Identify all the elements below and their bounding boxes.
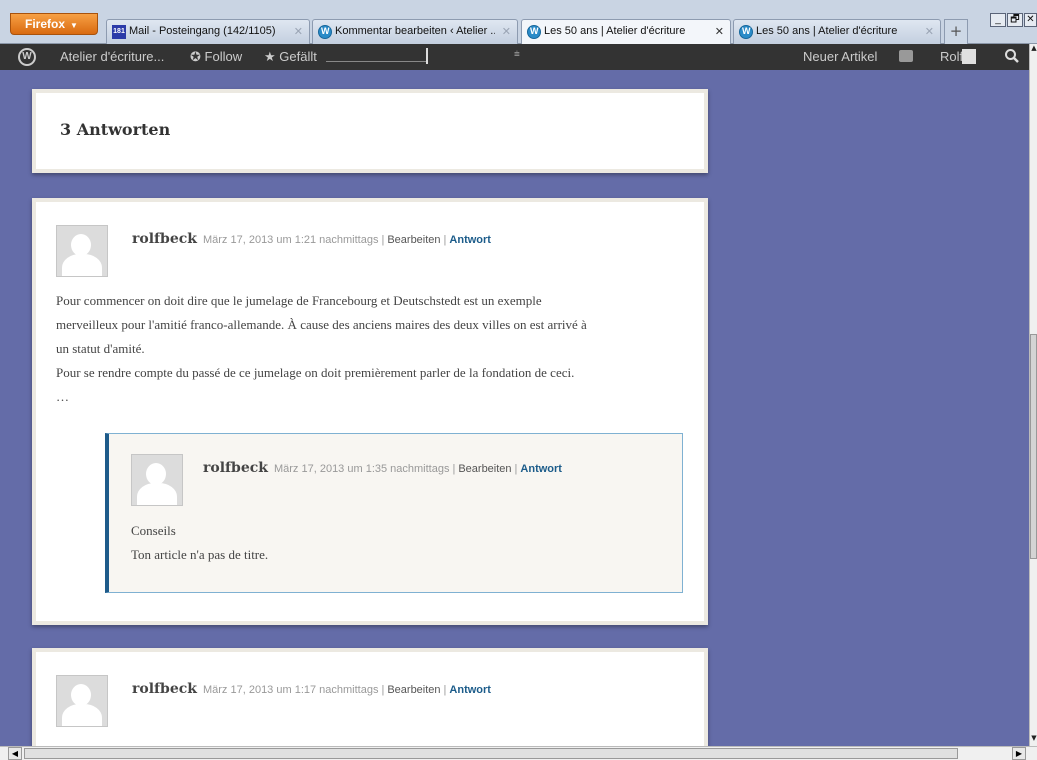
comment-date[interactable]: März 17, 2013 um 1:35 nachmittags <box>274 463 449 475</box>
mail-icon: 181 <box>112 25 126 39</box>
tab-title: Les 50 ans | Atelier d'écriture <box>756 25 898 37</box>
comment-body: Conseils Ton article n'a pas de titre. <box>131 519 671 567</box>
reply-link[interactable]: Antwort <box>449 684 491 696</box>
comment-date[interactable]: März 17, 2013 um 1:21 nachmittags <box>203 234 378 246</box>
avatar[interactable] <box>56 675 108 727</box>
wordpress-icon <box>318 25 332 39</box>
tab-kommentar[interactable]: Kommentar bearbeiten ‹ Atelier ... ✕ <box>312 19 518 44</box>
avatar[interactable] <box>131 454 183 506</box>
scroll-up-icon[interactable]: ▲ <box>1030 44 1037 58</box>
comments-title-card: 3 Antworten <box>32 89 708 173</box>
scroll-down-icon[interactable]: ▼ <box>1030 734 1037 746</box>
grip-icon[interactable]: ⩧ <box>514 49 520 60</box>
scrollbar-thumb[interactable] <box>1030 334 1037 559</box>
like-button[interactable]: ★ Gefällt <box>264 49 317 65</box>
new-post-link[interactable]: Neuer Artikel <box>803 49 877 64</box>
vertical-scrollbar[interactable]: ▲ ▼ <box>1029 44 1037 746</box>
comment-author[interactable]: rolfbeck <box>203 460 268 476</box>
comment-line: Conseils <box>131 523 176 538</box>
close-icon[interactable]: ✕ <box>502 25 511 38</box>
firefox-menu-button[interactable]: Firefox ▼ <box>10 13 98 35</box>
follow-button[interactable]: ✪ Follow <box>190 49 242 65</box>
reply-link[interactable]: Antwort <box>449 234 491 246</box>
chevron-down-icon: ▼ <box>70 21 78 30</box>
browser-tab-strip: Firefox ▼ 181 Mail - Posteingang (142/110… <box>0 0 1037 44</box>
comment-date[interactable]: März 17, 2013 um 1:17 nachmittags <box>203 684 378 696</box>
comment-line: merveilleux pour l'amitié franco-alleman… <box>56 317 587 332</box>
comment-author[interactable]: rolfbeck <box>132 681 197 697</box>
edit-link[interactable]: Bearbeiten <box>458 463 511 475</box>
edit-link[interactable]: Bearbeiten <box>387 684 440 696</box>
minimize-button[interactable]: _ <box>990 13 1006 27</box>
admin-bar-input[interactable] <box>326 48 426 62</box>
avatar[interactable] <box>56 225 108 277</box>
restore-button[interactable]: 🗗 <box>1007 13 1023 27</box>
horizontal-scrollbar[interactable]: ◀ ▶ <box>0 746 1037 760</box>
site-name-link[interactable]: Atelier d'écriture... <box>60 49 164 64</box>
comment-line: … <box>56 389 69 404</box>
comment-line: Ton article n'a pas de titre. <box>131 547 269 562</box>
close-icon[interactable]: ✕ <box>925 25 934 38</box>
separator: | <box>443 234 447 246</box>
avatar-body <box>62 254 102 276</box>
follow-label: Follow <box>204 49 243 64</box>
close-window-button[interactable]: ✕ <box>1024 13 1037 27</box>
avatar-body <box>137 483 177 505</box>
comment-body: Pour commencer on doit dire que le jumel… <box>56 289 696 409</box>
follow-icon: ✪ <box>190 49 201 64</box>
separator: | <box>443 684 447 696</box>
tab-title: Les 50 ans | Atelier d'écriture <box>544 25 686 37</box>
tab-les-50-ans[interactable]: Les 50 ans | Atelier d'écriture ✕ <box>733 19 941 44</box>
nested-reply-comment: rolfbeck März 17, 2013 um 1:35 nachmittag… <box>105 433 683 593</box>
comment-meta: rolfbeck März 17, 2013 um 1:21 nachmittag… <box>132 231 491 247</box>
wordpress-icon <box>739 25 753 39</box>
edit-link[interactable]: Bearbeiten <box>387 234 440 246</box>
tab-les-50-ans-active[interactable]: Les 50 ans | Atelier d'écriture ✕ <box>521 19 731 44</box>
avatar-body <box>62 704 102 726</box>
comment-card: rolfbeck März 17, 2013 um 1:21 nachmittag… <box>32 198 708 625</box>
search-icon[interactable] <box>1004 47 1020 65</box>
wordpress-icon <box>527 25 541 39</box>
user-name-link[interactable]: Rolf <box>940 49 963 64</box>
scrollbar-thumb[interactable] <box>24 748 958 759</box>
avatar-head <box>71 684 91 706</box>
avatar-head <box>71 234 91 256</box>
comment-line: un statut d'amité. <box>56 341 145 356</box>
wp-admin-bar: W Atelier d'écriture... ✪ Follow ★ Gefäl… <box>0 44 1037 70</box>
close-icon[interactable]: ✕ <box>715 25 724 38</box>
avatar[interactable] <box>962 49 976 64</box>
star-icon: ★ <box>264 49 276 64</box>
scroll-right-icon[interactable]: ▶ <box>1012 747 1026 760</box>
like-label: Gefällt <box>279 49 317 64</box>
tab-title: Mail - Posteingang (142/1105) <box>129 25 276 37</box>
text-cursor <box>426 48 428 64</box>
separator: | <box>452 463 456 475</box>
reply-link[interactable]: Antwort <box>520 463 562 475</box>
notifications-icon[interactable] <box>899 50 913 62</box>
firefox-menu-label: Firefox <box>25 17 66 31</box>
comment-meta: rolfbeck März 17, 2013 um 1:17 nachmittag… <box>132 681 491 697</box>
scroll-left-icon[interactable]: ◀ <box>8 747 22 760</box>
separator: | <box>381 234 385 246</box>
comments-heading: 3 Antworten <box>60 120 171 139</box>
comment-line: Pour commencer on doit dire que le jumel… <box>56 293 542 308</box>
separator: | <box>514 463 518 475</box>
comment-author[interactable]: rolfbeck <box>132 231 197 247</box>
new-tab-button[interactable]: + <box>944 19 968 44</box>
wordpress-logo-icon[interactable]: W <box>18 48 36 66</box>
comment-line: Pour se rendre compte du passé de ce jum… <box>56 365 575 380</box>
tab-mail[interactable]: 181 Mail - Posteingang (142/1105) ✕ <box>106 19 310 44</box>
comment-meta: rolfbeck März 17, 2013 um 1:35 nachmittag… <box>203 460 562 476</box>
tab-title: Kommentar bearbeiten ‹ Atelier ... <box>335 25 495 37</box>
comment-card: rolfbeck März 17, 2013 um 1:17 nachmittag… <box>32 648 708 760</box>
avatar-head <box>146 463 166 485</box>
separator: | <box>381 684 385 696</box>
close-icon[interactable]: ✕ <box>294 25 303 38</box>
